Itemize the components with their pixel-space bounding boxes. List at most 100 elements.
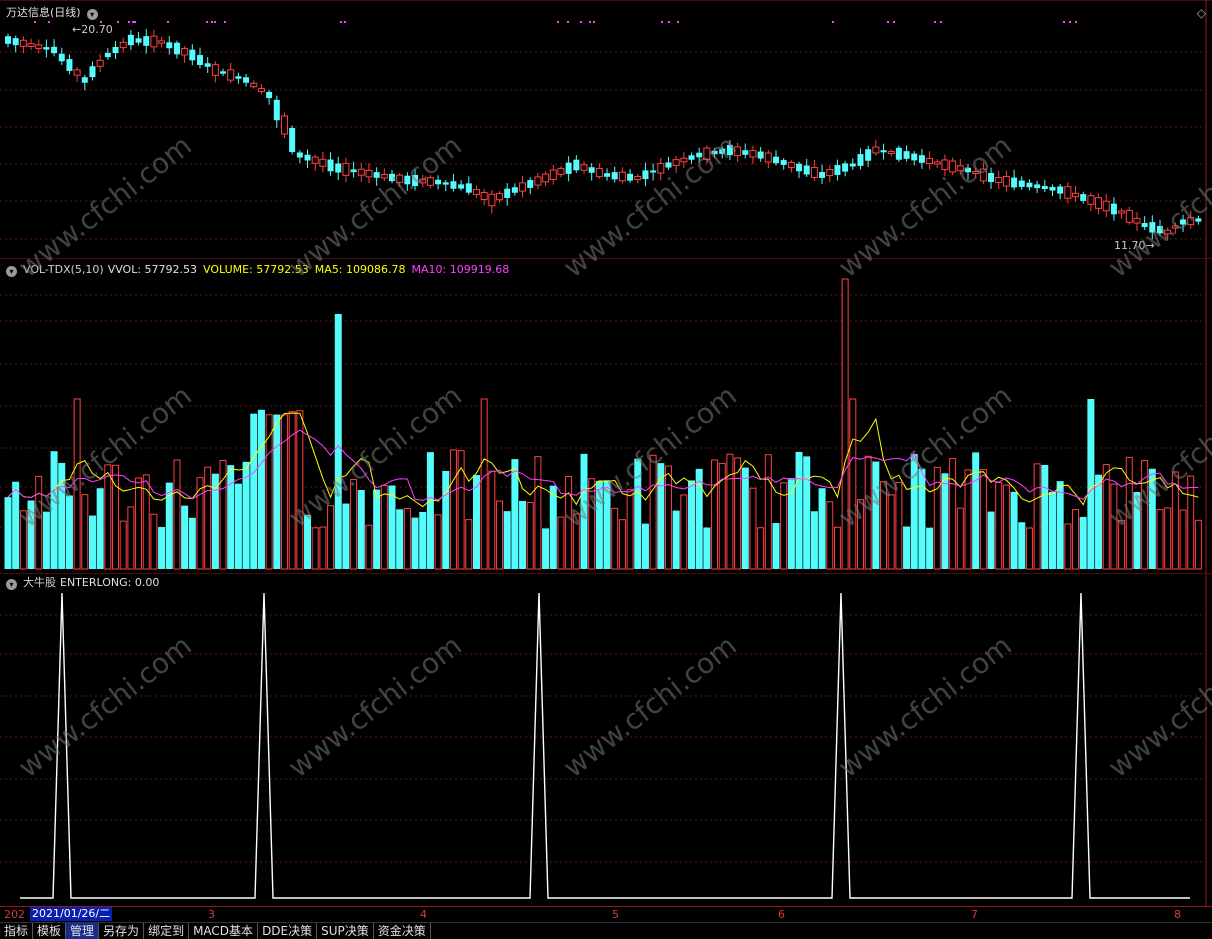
candle-up [1187, 216, 1195, 226]
volume-bar-down [388, 485, 396, 569]
tab-sup-decision[interactable]: SUP决策 [317, 923, 374, 939]
volume-bar-down [234, 483, 242, 569]
volume-bar-down [1018, 522, 1026, 569]
candle-up [972, 170, 980, 175]
candle-up [810, 167, 818, 178]
candle-up [250, 82, 258, 88]
candle-down [104, 52, 111, 58]
candle-down [435, 179, 442, 185]
candle-up [787, 161, 795, 169]
volume-bar-up [1033, 463, 1041, 570]
candle-down [350, 169, 357, 173]
candlestick-chart[interactable] [0, 0, 1212, 258]
candle-up [826, 168, 834, 177]
volume-bar-up [350, 478, 358, 570]
tab-macd-basic[interactable]: MACD基本 [189, 923, 259, 939]
tab-save-as[interactable]: 另存为 [99, 923, 145, 939]
tab-fund-decision[interactable]: 资金决策 [374, 923, 431, 939]
candle-up [119, 41, 127, 49]
candle-up [1171, 225, 1179, 229]
ma10-value: MA10: 109919.68 [411, 263, 510, 276]
chevron-down-icon[interactable]: ▾ [6, 266, 17, 277]
candle-up [634, 176, 642, 180]
month-tick: 4 [420, 908, 427, 921]
volume-bar-down [634, 458, 642, 569]
signal-dot [593, 21, 595, 23]
candle-down [880, 150, 887, 153]
volume-bar-down [1148, 468, 1156, 569]
candle-down [588, 167, 595, 173]
candle-down [857, 154, 864, 166]
candle-down [719, 148, 726, 154]
time-axis[interactable]: 202 2021/01/26/二 3 4 5 6 7 8 [0, 906, 1212, 922]
candle-down [143, 36, 150, 46]
low-price-label: 11.70→ [1114, 239, 1155, 252]
candle-down [289, 127, 296, 153]
candle-up [1002, 176, 1010, 187]
candle-up [534, 176, 542, 186]
volume-chart[interactable] [0, 258, 1212, 573]
tab-template[interactable]: 模板 [33, 923, 67, 939]
volume-bar-down [1048, 491, 1056, 569]
volume-bar-down [918, 468, 926, 569]
candle-down [112, 46, 119, 54]
signal-dot [117, 21, 119, 23]
candle-up [557, 168, 565, 175]
candle-up [27, 43, 35, 47]
candle-down [1018, 180, 1025, 187]
volume-bar-up [265, 414, 273, 570]
tab-manage[interactable]: 管理 [66, 923, 100, 939]
volume-bar-down [411, 517, 419, 569]
candle-down [865, 149, 872, 161]
month-tick: 6 [778, 908, 785, 921]
enterlong-chart[interactable] [0, 573, 1212, 906]
tab-bind-to[interactable]: 绑定到 [144, 923, 190, 939]
volume-bar-down [595, 480, 603, 569]
signal-panel[interactable]: ▾ 大牛股 ENTERLONG: 0.00 [0, 573, 1212, 906]
chevron-down-icon[interactable]: ▾ [86, 9, 98, 20]
candle-down [988, 172, 995, 183]
volume-bar-down [396, 509, 404, 569]
volume-bar-down [12, 481, 20, 569]
signal-indicator-name: 大牛股 [23, 576, 56, 589]
volume-bar-down [803, 456, 811, 569]
stock-title: 万达信息(日线) [6, 6, 81, 19]
candle-up [595, 167, 603, 178]
volume-bar-down [373, 489, 381, 569]
volume-bar-down [419, 511, 427, 569]
volume-bar-down [703, 527, 711, 569]
candle-down [696, 152, 703, 158]
candle-down [442, 182, 449, 185]
candle-down [135, 38, 142, 43]
candle-down [527, 180, 534, 188]
volume-bar-down [519, 500, 527, 569]
candle-up [496, 193, 504, 201]
candle-down [918, 155, 925, 163]
volume-bar-up [956, 507, 964, 570]
price-panel[interactable]: 万达信息(日线) ▾ ←20.70 11.70→ ◇ [0, 0, 1212, 258]
chevron-down-icon[interactable]: ▾ [6, 579, 17, 590]
candle-up [211, 64, 219, 76]
candle-up [1072, 192, 1080, 198]
volume-bar-down [503, 511, 511, 569]
diamond-icon[interactable]: ◇ [1197, 6, 1206, 20]
candle-down [780, 160, 787, 165]
volume-panel[interactable]: ▾ VOL-TDX(5,10) VVOL: 57792.53 VOLUME: 5779… [0, 258, 1212, 573]
volume-bar-down [549, 485, 557, 569]
volume-bar-down [772, 523, 780, 569]
candle-down [1011, 177, 1018, 188]
signal-dot [224, 21, 226, 23]
candle-up [488, 193, 496, 207]
candle-down [611, 172, 618, 180]
volume-panel-header: ▾ VOL-TDX(5,10) VVOL: 57792.53 VOLUME: 5779… [6, 263, 515, 277]
volume-bar-up [73, 398, 81, 570]
candle-down [665, 162, 672, 168]
candle-down [565, 162, 572, 174]
volume-bar-up [565, 476, 573, 570]
tab-indicator[interactable]: 指标 [0, 923, 34, 939]
signal-dot [167, 21, 169, 23]
tab-dde-decision[interactable]: DDE决策 [258, 923, 318, 939]
volume-bar-down [65, 495, 73, 569]
volume-value: VOLUME: 57792.53 [203, 263, 309, 276]
volume-bar-up [1194, 519, 1202, 570]
